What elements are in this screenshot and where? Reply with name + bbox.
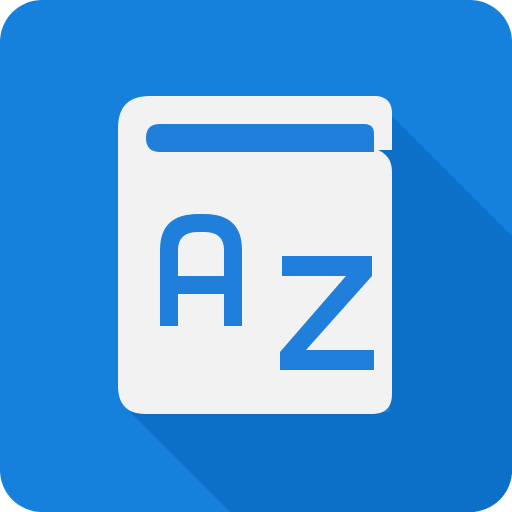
dictionary-app-icon-graphic	[0, 0, 512, 512]
book-spine-groove	[146, 124, 374, 152]
dictionary-app-icon	[0, 0, 512, 512]
